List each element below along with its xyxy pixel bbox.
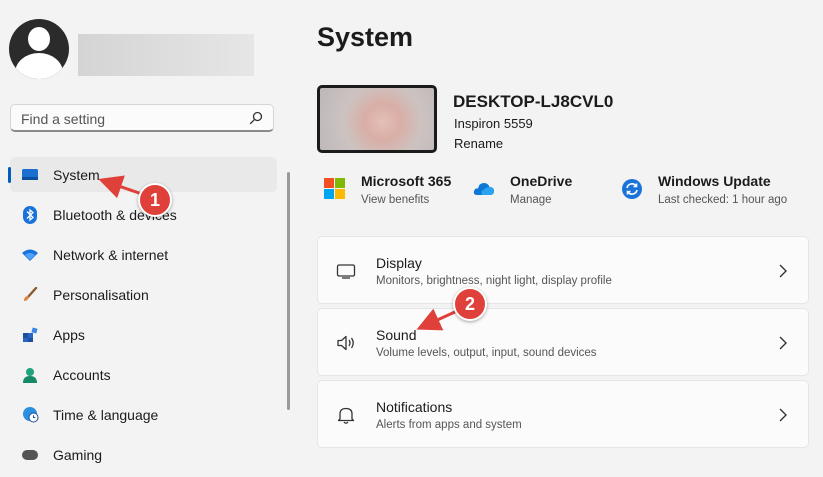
annotation-arrows [98, 175, 458, 331]
annotation-badge-1: 1 [138, 183, 172, 217]
annotation-arrow-2 [416, 308, 458, 331]
annotation-arrow-1 [98, 175, 143, 199]
annotation-badge-2: 2 [453, 287, 487, 321]
